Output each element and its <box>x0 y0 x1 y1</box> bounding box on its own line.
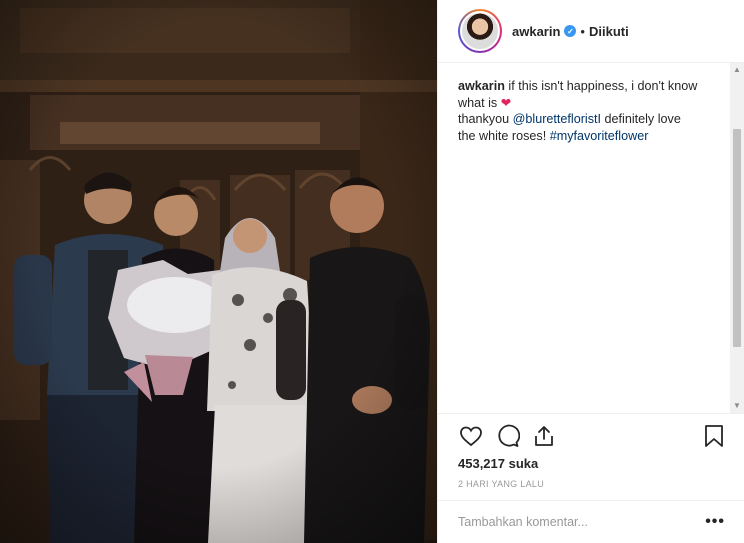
caption-line-1: if this isn't happiness, i don't know <box>508 79 698 93</box>
header-separator: • <box>580 23 585 39</box>
post-side-panel: awkarin ✓ • Diikuti awkarin if this isn'… <box>437 0 744 543</box>
like-count[interactable]: 453,217 suka <box>458 456 538 471</box>
heart-icon <box>460 426 482 447</box>
comments-scrollbar[interactable]: ▲ ▼ <box>730 63 744 413</box>
follow-status-button[interactable]: Diikuti <box>589 24 629 39</box>
post-timestamp[interactable]: 2 HARI YANG LALU <box>458 479 544 489</box>
header-username[interactable]: awkarin <box>512 24 560 39</box>
share-icon <box>535 426 553 446</box>
caption-line-2: what is <box>458 95 498 110</box>
bookmark-button[interactable] <box>701 423 727 449</box>
scroll-down-arrow-icon[interactable]: ▼ <box>730 399 744 413</box>
share-button[interactable] <box>531 423 557 449</box>
caption-thank-suffix: definitely love <box>604 112 681 126</box>
post-photo[interactable] <box>0 0 437 543</box>
scroll-thumb[interactable] <box>733 129 741 347</box>
more-options-icon[interactable]: ••• <box>705 514 725 530</box>
post-actions-bar <box>438 413 744 457</box>
caption-thank-prefix: thankyou <box>458 112 510 126</box>
avatar[interactable] <box>458 9 502 53</box>
photo-illustration <box>0 0 437 543</box>
comment-bar: ••• <box>438 500 744 543</box>
comment-button[interactable] <box>495 423 521 449</box>
caption-hashtag-link[interactable]: #myfavoriteflower <box>550 129 649 143</box>
post-caption: awkarin if this isn't happiness, i don't… <box>458 78 718 144</box>
heart-emoji-icon: ❤ <box>500 95 512 110</box>
caption-line-4: the white roses! <box>458 128 547 143</box>
like-button[interactable] <box>458 423 484 449</box>
post-header: awkarin ✓ • Diikuti <box>438 0 744 63</box>
comment-icon <box>498 424 520 447</box>
scroll-up-arrow-icon[interactable]: ▲ <box>730 63 744 77</box>
comment-input[interactable] <box>458 515 706 529</box>
avatar-image <box>460 11 500 51</box>
caption-mention-link[interactable]: @blurettefloristI <box>513 112 601 126</box>
bookmark-icon <box>705 425 723 447</box>
verified-badge-icon: ✓ <box>564 25 577 37</box>
caption-username[interactable]: awkarin <box>458 79 505 93</box>
